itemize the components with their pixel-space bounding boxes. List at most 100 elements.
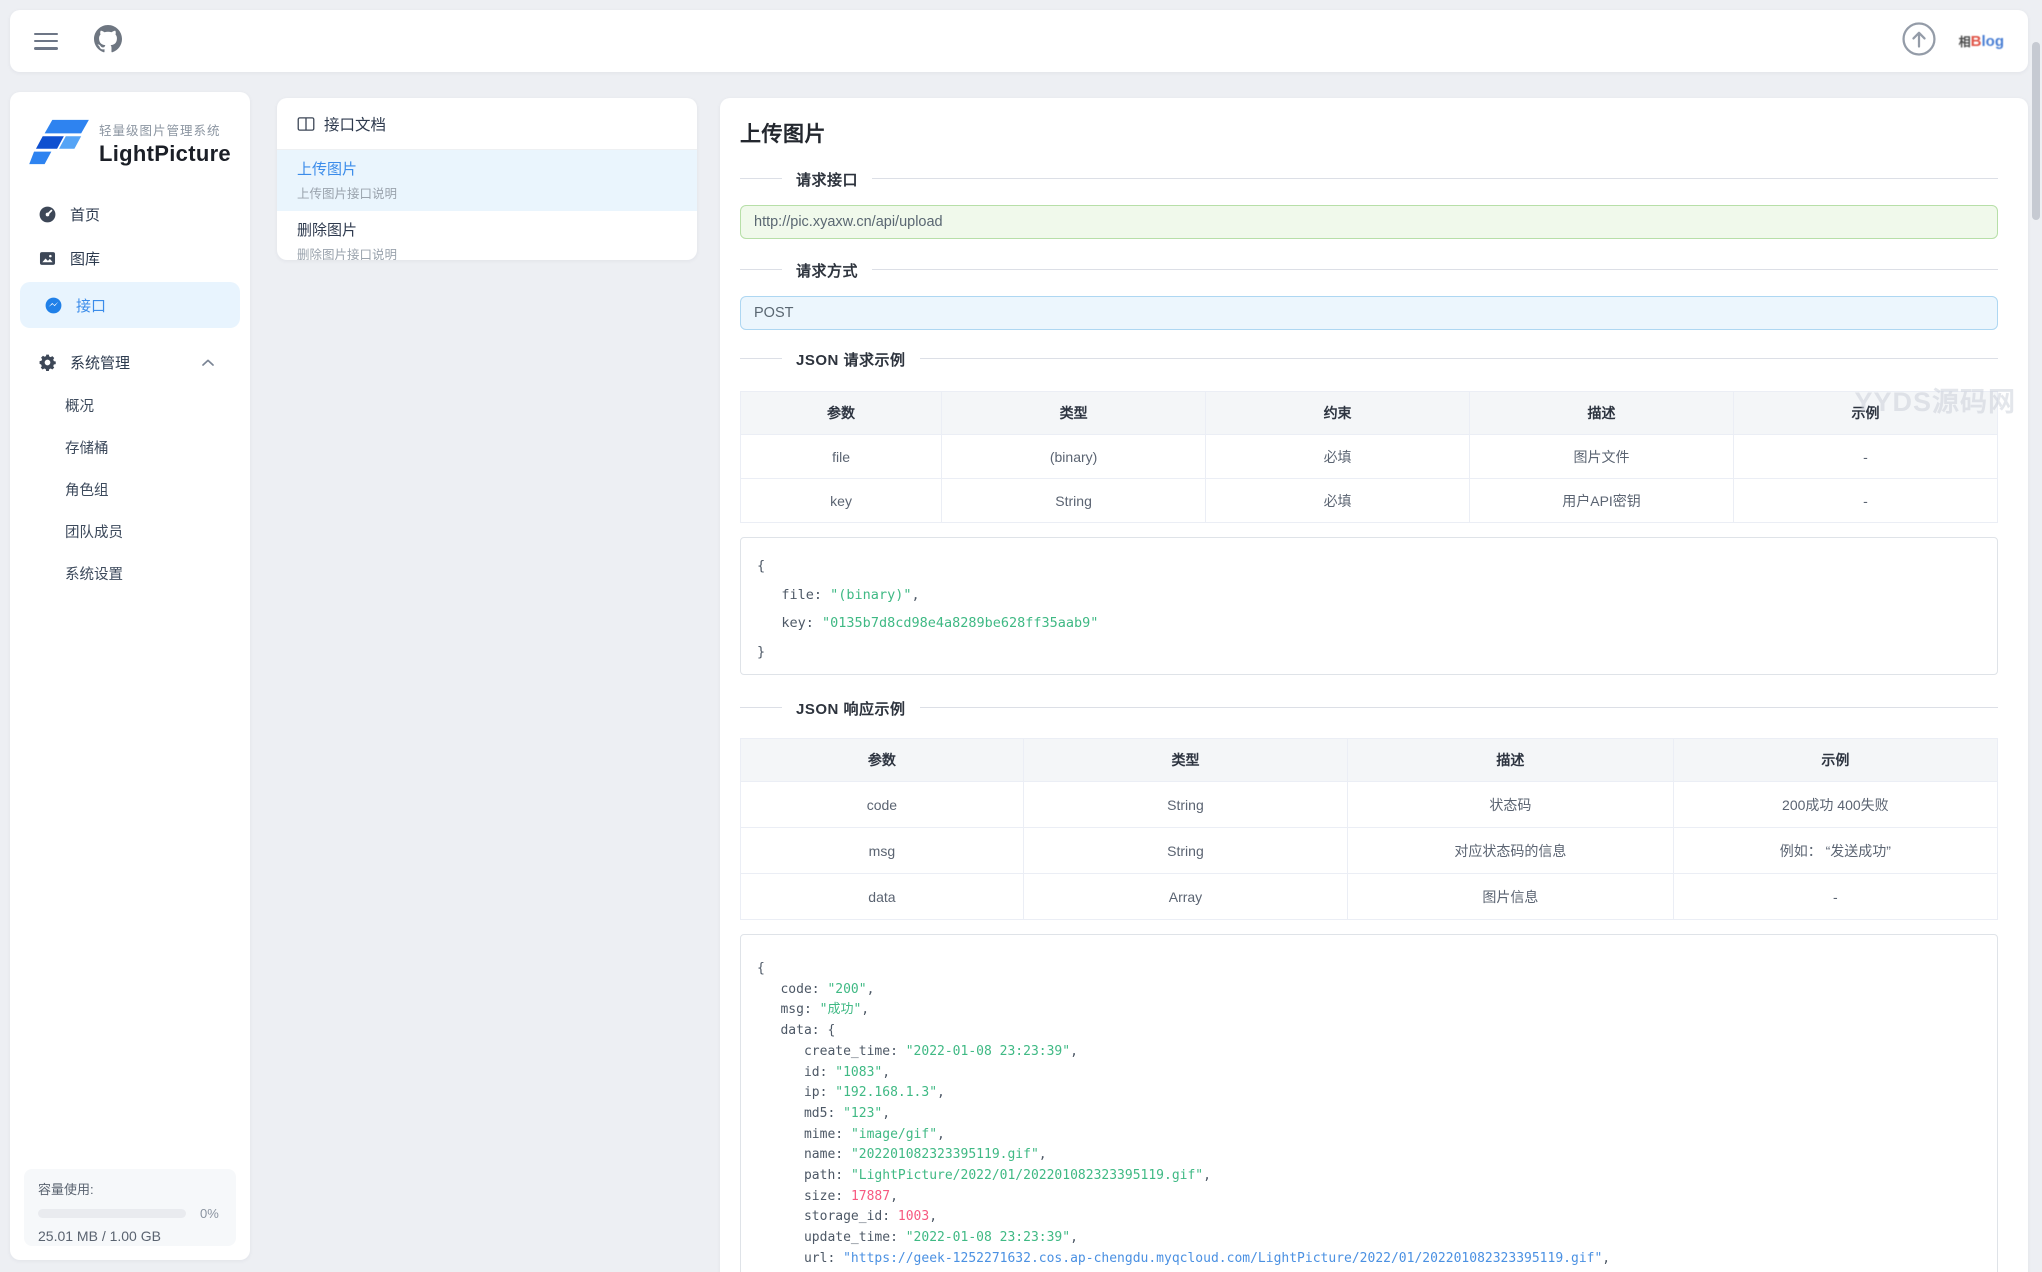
doc-item-title: 上传图片 (297, 158, 677, 179)
table-cell: file (741, 435, 942, 479)
doc-item-desc: 删除图片接口说明 (297, 244, 677, 260)
sidebar-subitem-members[interactable]: 团队成员 (10, 510, 250, 552)
sidebar-subitem-label: 团队成员 (65, 521, 123, 542)
sidebar-item-gallery[interactable]: 图库 (10, 236, 250, 280)
capacity-label: 容量使用: (38, 1179, 222, 1198)
request-url-value: http://pic.xyaxw.cn/api/upload (754, 214, 943, 230)
sidebar-subitem-label: 系统设置 (65, 563, 123, 584)
sidebar-subitem-label: 概况 (65, 395, 94, 416)
chevron-up-icon[interactable] (201, 354, 228, 371)
table-cell: 200成功 400失败 (1673, 782, 1997, 828)
request-method-field: POST (740, 296, 1998, 330)
menu-toggle-icon[interactable] (34, 33, 58, 50)
gear-icon (38, 353, 57, 372)
table-row: msgString对应状态码的信息例如： “发送成功” (741, 828, 1998, 874)
sidebar-nav: 首页 图库 接口 系统管理 概况 存储桶 角色组 团队成员 系统设置 (10, 192, 250, 594)
code-line: update_time: "2022-01-08 23:23:39", (757, 1228, 1981, 1249)
table-cell: 图片文件 (1470, 435, 1734, 479)
code-line: } (757, 638, 1981, 667)
sidebar-item-api[interactable]: 接口 (20, 282, 240, 328)
sidebar-subitem-roles[interactable]: 角色组 (10, 468, 250, 510)
table-header-cell: 示例 (1734, 392, 1998, 435)
section-label: JSON 请求示例 (782, 349, 920, 370)
sidebar-subitem-settings[interactable]: 系统设置 (10, 552, 250, 594)
lightpicture-logo-icon (29, 118, 91, 168)
sidebar-item-system[interactable]: 系统管理 (10, 340, 250, 384)
docs-panel-header: 接口文档 (277, 98, 697, 150)
code-line: mime: "image/gif", (757, 1125, 1981, 1146)
table-row: keyString必填用户API密钥- (741, 479, 1998, 523)
section-divider-response-example: JSON 响应示例 (740, 707, 1998, 708)
sidebar-item-home[interactable]: 首页 (10, 192, 250, 236)
doc-item-desc: 上传图片接口说明 (297, 183, 677, 202)
table-cell: 状态码 (1348, 782, 1674, 828)
response-params-table: 参数类型描述示例codeString状态码200成功 400失败msgStrin… (740, 738, 1998, 920)
sidebar-item-label: 图库 (70, 248, 100, 269)
code-line: { (757, 552, 1981, 581)
table-cell: - (1734, 435, 1998, 479)
book-icon (297, 116, 315, 132)
request-method-value: POST (754, 305, 793, 321)
code-line: { (757, 959, 1981, 980)
table-cell: (binary) (942, 435, 1206, 479)
section-divider-request-api: 请求接口 (740, 178, 1998, 179)
table-cell: String (942, 479, 1206, 523)
table-cell: - (1734, 479, 1998, 523)
sidebar-item-label: 接口 (76, 295, 106, 316)
app-logo[interactable]: 轻量级图片管理系统 LightPicture (10, 92, 250, 168)
table-cell: - (1673, 874, 1997, 920)
code-line: name: "202201082323395119.gif", (757, 1145, 1981, 1166)
doc-item-upload[interactable]: 上传图片 上传图片接口说明 (277, 150, 697, 211)
section-label: 请求方式 (782, 260, 872, 281)
code-line: size: 17887, (757, 1187, 1981, 1208)
code-line: msg: "成功", (757, 1000, 1981, 1021)
sidebar-subitem-buckets[interactable]: 存储桶 (10, 426, 250, 468)
section-label: 请求接口 (782, 169, 872, 190)
table-cell: msg (741, 828, 1024, 874)
capacity-progress-bar (38, 1209, 186, 1218)
capacity-usage-panel: 容量使用: 0% 25.01 MB / 1.00 GB (24, 1169, 236, 1246)
code-line: id: "1083", (757, 1063, 1981, 1084)
table-cell: 必填 (1206, 479, 1470, 523)
code-line: storage_id: 1003, (757, 1207, 1981, 1228)
api-icon (44, 296, 63, 315)
page-title: 上传图片 (740, 118, 1998, 148)
table-cell: data (741, 874, 1024, 920)
image-icon (38, 249, 57, 268)
sidebar: 轻量级图片管理系统 LightPicture 首页 图库 接口 系统管理 (10, 92, 250, 1260)
app-tagline: 轻量级图片管理系统 (99, 120, 231, 139)
dashboard-icon (38, 205, 57, 224)
table-header-cell: 示例 (1673, 739, 1997, 782)
code-line: data: { (757, 1021, 1981, 1042)
table-cell: code (741, 782, 1024, 828)
scrollbar-thumb[interactable] (2032, 42, 2040, 220)
github-icon[interactable] (94, 25, 122, 58)
docs-panel-title: 接口文档 (324, 113, 386, 135)
table-header-cell: 参数 (741, 392, 942, 435)
table-row: file(binary)必填图片文件- (741, 435, 1998, 479)
avatar-text: log (1982, 34, 2005, 49)
table-header-cell: 描述 (1348, 739, 1674, 782)
doc-item-delete[interactable]: 删除图片 删除图片接口说明 (277, 211, 697, 260)
sidebar-item-label: 系统管理 (70, 352, 130, 373)
main-content: YYDS源码网 上传图片 请求接口 http://pic.xyaxw.cn/ap… (720, 98, 2028, 1272)
code-line: file: "(binary)", (757, 581, 1981, 610)
table-cell: 图片信息 (1348, 874, 1674, 920)
doc-item-title: 删除图片 (297, 219, 677, 240)
page: 相Blog 轻量级图片管理系统 LightPicture 首页 (0, 0, 2042, 1272)
table-header-cell: 描述 (1470, 392, 1734, 435)
table-row: codeString状态码200成功 400失败 (741, 782, 1998, 828)
table-cell: 例如： “发送成功” (1673, 828, 1997, 874)
user-avatar[interactable]: 相Blog (1959, 34, 2004, 49)
sidebar-item-label: 首页 (70, 204, 100, 225)
section-divider-request-method: 请求方式 (740, 269, 1998, 270)
avatar-text: B (1971, 34, 1982, 49)
top-bar: 相Blog (10, 10, 2028, 72)
sidebar-subitem-overview[interactable]: 概况 (10, 384, 250, 426)
back-to-top-button[interactable] (1901, 21, 1937, 62)
table-cell: 必填 (1206, 435, 1470, 479)
table-row: dataArray图片信息- (741, 874, 1998, 920)
sidebar-subitem-label: 存储桶 (65, 437, 109, 458)
code-line: md5: "123", (757, 1104, 1981, 1125)
avatar-text: 相 (1959, 36, 1971, 48)
